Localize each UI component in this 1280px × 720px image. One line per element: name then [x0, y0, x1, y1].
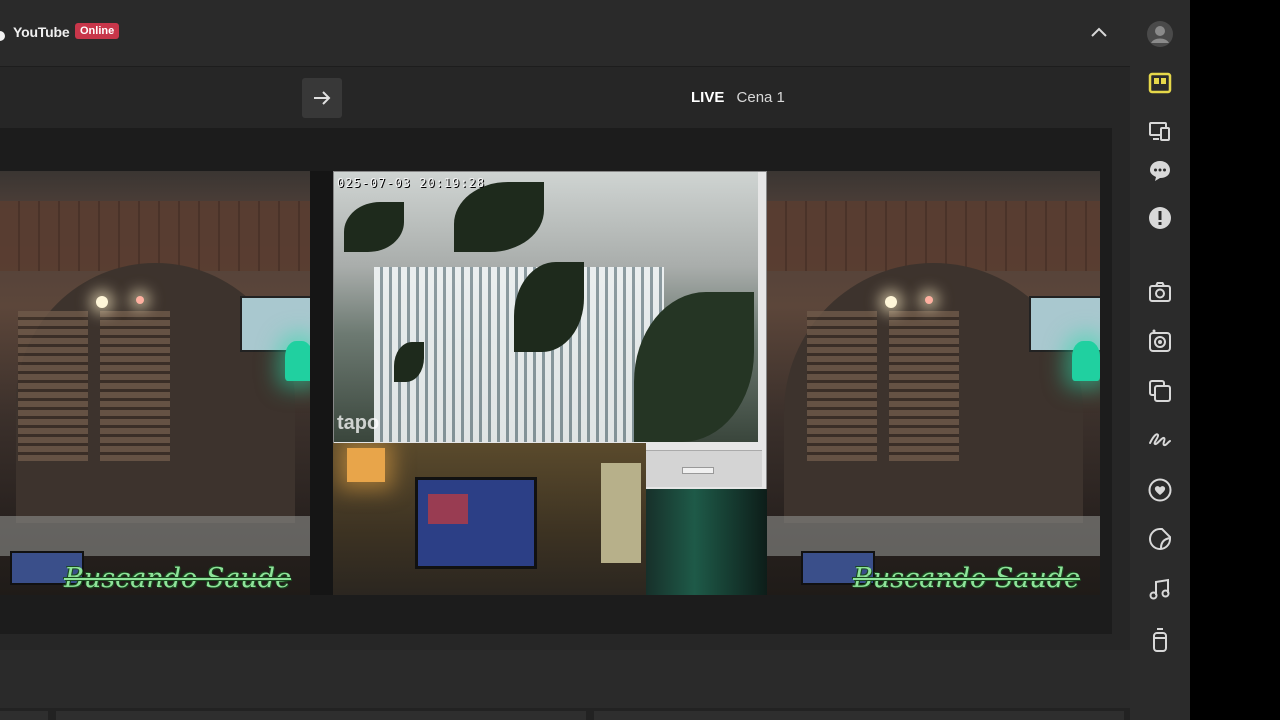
studio-app: YouTube Online LIVE Cena 1 Buscando Saud… [0, 0, 1130, 720]
camera-watermark: tapo [337, 412, 380, 434]
status-badge: Online [75, 23, 120, 39]
stream-caption: Buscando Saude [64, 563, 292, 594]
live-label: LIVE [691, 89, 725, 106]
layers-icon[interactable] [1144, 375, 1176, 407]
avatar-icon[interactable] [1144, 18, 1176, 50]
sticker-icon[interactable] [1144, 523, 1176, 555]
camera-feed-left: Buscando Saude [0, 171, 310, 595]
collapse-chevron-up-icon[interactable] [1088, 22, 1110, 44]
stream-caption-mirror: Buscando Saude [853, 563, 1081, 594]
live-preview-canvas[interactable]: Buscando Saude Buscando Saude 025-07-03 … [0, 171, 1100, 595]
youtube-logo-icon [0, 31, 5, 41]
camera-icon[interactable] [1144, 276, 1176, 308]
right-dock [1130, 0, 1190, 720]
next-scene-button[interactable] [302, 78, 342, 118]
chat-icon[interactable] [1144, 155, 1176, 187]
alert-icon[interactable] [1144, 202, 1176, 234]
music-icon[interactable] [1144, 573, 1176, 605]
top-bar: YouTube Online [0, 0, 1130, 67]
layout-icon[interactable] [1144, 67, 1176, 99]
scene-name: Cena 1 [736, 89, 785, 106]
remote-icon[interactable] [1144, 624, 1176, 656]
camera-feed-right: Buscando Saude [767, 171, 1100, 595]
camera-flip-icon[interactable] [1144, 325, 1176, 357]
scene-bar: LIVE Cena 1 [0, 67, 1130, 127]
arrow-right-icon [314, 91, 331, 105]
cctv-timestamp: 025-07-03 20:19:28 [337, 176, 486, 190]
draw-icon[interactable] [1144, 424, 1176, 456]
scene-indicator: LIVE Cena 1 [691, 89, 785, 106]
cctv-window-footer [646, 450, 762, 487]
letterbox-right [1190, 0, 1280, 720]
platform-name: YouTube [13, 24, 70, 40]
devices-icon[interactable] [1144, 115, 1176, 147]
preview-area: Buscando Saude Buscando Saude 025-07-03 … [0, 128, 1112, 634]
heart-icon[interactable] [1144, 474, 1176, 506]
room-camera-feed [333, 443, 646, 595]
